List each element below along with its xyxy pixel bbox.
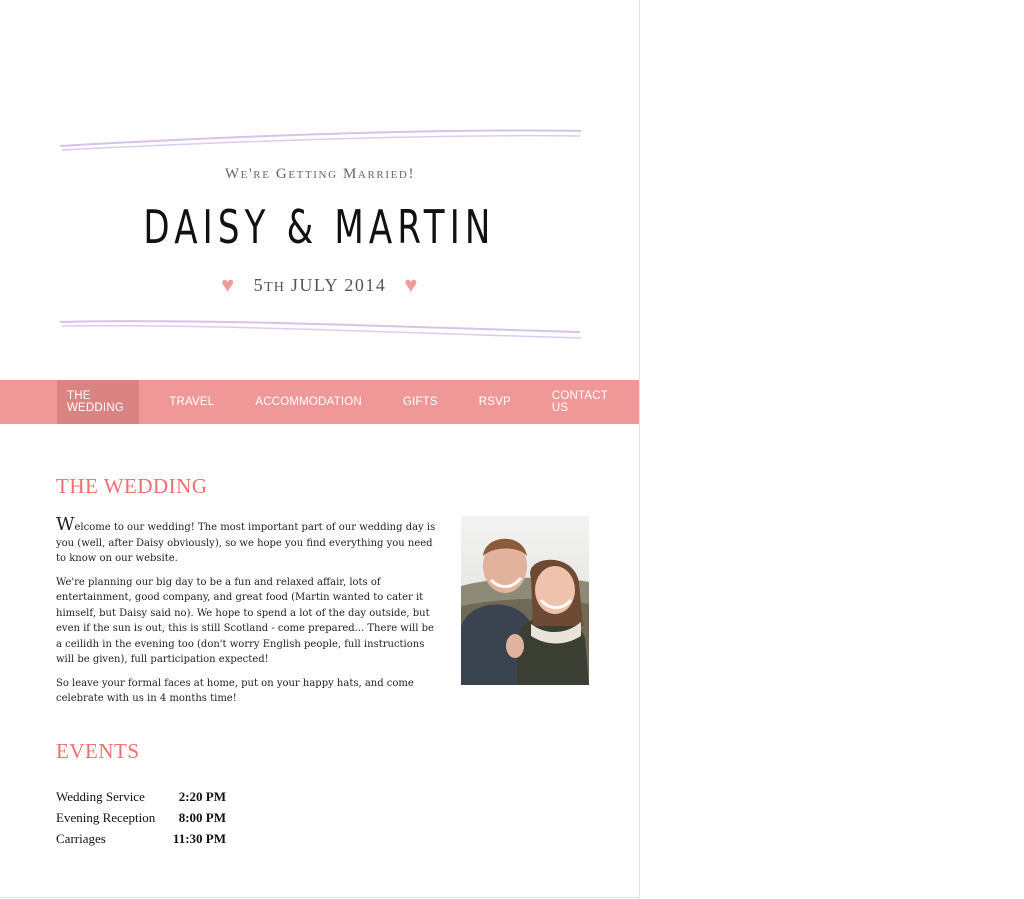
event-name: Carriages — [56, 830, 106, 846]
nav-item-travel[interactable]: TRAVEL — [159, 380, 224, 424]
couple-photo — [461, 516, 589, 685]
events-heading: EVENTS — [56, 739, 140, 763]
heart-icon: ♥ — [404, 272, 419, 297]
event-name: Evening Reception — [56, 809, 156, 825]
event-time: 11:30 PM — [172, 830, 226, 846]
couple-names: DAISY & MARTIN — [143, 200, 496, 254]
nav-item-accommodation[interactable]: ACCOMMODATION — [245, 380, 372, 424]
events-table: Wedding Service 2:20 PM Evening Receptio… — [56, 786, 226, 849]
header: We're Getting Married! DAISY & MARTIN ♥ 5… — [0, 0, 640, 380]
table-row: Carriages 11:30 PM — [56, 828, 226, 849]
nav-item-contact-us[interactable]: CONTACT US — [542, 380, 618, 424]
nav-item-gifts[interactable]: GIFTS — [393, 380, 448, 424]
tagline: We're Getting Married! — [224, 166, 416, 182]
date-day: 5 — [253, 275, 265, 295]
table-row: Wedding Service 2:20 PM — [56, 786, 226, 807]
intro-paragraph-3: So leave your formal faces at home, put … — [56, 677, 414, 705]
nav-item-rsvp[interactable]: RSVP — [469, 380, 521, 424]
dropcap: W — [56, 514, 75, 535]
date-month-year: JULY 2014 — [290, 275, 387, 295]
event-time: 8:00 PM — [178, 809, 226, 825]
intro-paragraph-1: Welcome to our wedding! The most importa… — [56, 514, 440, 567]
site-container: We're Getting Married! DAISY & MARTIN ♥ 5… — [0, 0, 640, 898]
wedding-heading: THE WEDDING — [56, 474, 208, 498]
intro-paragraph-2: We're planning our big day to be a fun a… — [56, 576, 434, 666]
wedding-date: ♥ 5th JULY 2014 ♥ — [0, 272, 640, 298]
main-nav: THE WEDDING TRAVEL ACCOMMODATION GIFTS R… — [0, 380, 639, 424]
heart-icon: ♥ — [221, 272, 236, 297]
event-time: 2:20 PM — [178, 788, 226, 804]
nav-item-the-wedding[interactable]: THE WEDDING — [57, 380, 140, 424]
date-suffix: th — [264, 280, 285, 295]
decorative-lines — [59, 129, 582, 339]
event-name: Wedding Service — [56, 788, 145, 804]
intro-p1-text: elcome to our wedding! The most importan… — [56, 522, 436, 564]
wedding-intro: Welcome to our wedding! The most importa… — [56, 514, 440, 715]
table-row: Evening Reception 8:00 PM — [56, 807, 226, 828]
